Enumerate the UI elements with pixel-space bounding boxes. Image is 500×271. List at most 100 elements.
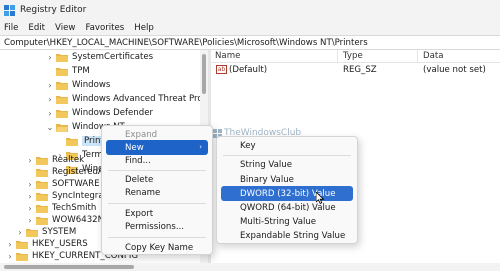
expand-chevron-icon[interactable]: › [26, 156, 34, 165]
menu-help[interactable]: Help [134, 23, 154, 33]
tree-item-techsmith[interactable]: › TechSmith [26, 202, 96, 214]
new-submenu: Key String Value Binary Value DWORD (32-… [216, 136, 358, 244]
context-menu: Expand New › Find... Delete Rename Expor… [101, 125, 213, 255]
tree-item-windows[interactable]: › Windows [46, 79, 110, 91]
menu-item-label: Find... [125, 155, 151, 166]
tree-item-label: SYSTEM [42, 227, 77, 237]
tree-item-label: HKEY_USERS [32, 239, 88, 249]
expand-chevron-icon[interactable]: › [6, 240, 14, 249]
folder-icon [16, 240, 28, 249]
submenu-binary-value[interactable]: Binary Value [221, 172, 353, 187]
menu-item-label: Expandable String Value [240, 230, 346, 241]
tree-item-label: Term [82, 150, 103, 160]
menu-item-label: Expand [125, 129, 158, 140]
collapse-chevron-icon[interactable]: ⌄ [46, 123, 54, 132]
tree-item-realtek[interactable]: › Realtek [26, 154, 84, 166]
value-type: REG_SZ [343, 65, 377, 75]
folder-icon [16, 252, 28, 261]
folder-icon [66, 137, 78, 146]
expand-chevron-icon[interactable]: › [26, 204, 34, 213]
tree-item-label: SOFTWARE [52, 179, 100, 189]
menu-separator [108, 170, 206, 171]
context-menu-copy-key-name[interactable]: Copy Key Name [106, 240, 208, 255]
folder-icon [36, 216, 48, 225]
folder-icon [36, 168, 48, 177]
tree-item-windows-atp[interactable]: › Windows Advanced Threat Protection [46, 93, 208, 105]
expand-chevron-icon[interactable]: › [26, 192, 34, 201]
menu-item-label: Export [125, 208, 154, 219]
mouse-cursor-icon [316, 192, 324, 204]
tree-item-label: Realtek [52, 155, 85, 165]
menu-favorites[interactable]: Favorites [85, 23, 124, 33]
menu-item-label: QWORD (64-bit) Value [240, 202, 336, 213]
value-name: (Default) [229, 65, 268, 75]
context-menu-find[interactable]: Find... [106, 153, 208, 168]
menu-item-label: Key [240, 140, 256, 151]
tree-item-label: Windows [72, 80, 111, 90]
tree-item-label: TPM [72, 66, 90, 76]
table-row[interactable]: ab (Default) REG_SZ (value not set) [211, 64, 500, 76]
folder-icon [56, 81, 68, 90]
column-header-data[interactable]: Data [423, 51, 444, 61]
menu-item-label: String Value [240, 159, 292, 170]
submenu-dword-value[interactable]: DWORD (32-bit) Value [221, 186, 353, 201]
menu-separator [223, 155, 351, 156]
menu-item-label: New [125, 142, 144, 153]
submenu-multi-string-value[interactable]: Multi-String Value [221, 214, 353, 229]
folder-icon [56, 109, 68, 118]
menu-bar: File Edit View Favorites Help [0, 20, 500, 35]
string-value-icon: ab [216, 65, 227, 74]
menu-item-label: Delete [125, 174, 154, 185]
tree-item-hkey-users[interactable]: › HKEY_USERS [6, 238, 88, 250]
scroll-thumb[interactable] [4, 265, 134, 269]
folder-icon [56, 95, 68, 104]
expand-chevron-icon[interactable]: › [46, 53, 54, 62]
tree-item-software[interactable]: › SOFTWARE [26, 178, 100, 190]
expand-chevron-icon[interactable]: › [46, 81, 54, 90]
expand-chevron-icon[interactable]: › [16, 228, 24, 237]
expand-chevron-icon[interactable]: › [26, 216, 34, 225]
folder-icon [36, 204, 48, 213]
address-bar[interactable]: Computer\HKEY_LOCAL_MACHINE\SOFTWARE\Pol… [0, 35, 500, 50]
tree-item-label: Windows Advanced Threat Protection [72, 94, 208, 104]
menu-separator [108, 203, 206, 204]
context-menu-rename[interactable]: Rename [106, 185, 208, 200]
expand-chevron-icon[interactable]: › [46, 95, 54, 104]
tree-item-windows-defender[interactable]: › Windows Defender [46, 107, 153, 119]
address-path: Computer\HKEY_LOCAL_MACHINE\SOFTWARE\Pol… [4, 37, 368, 48]
column-divider[interactable] [417, 50, 418, 63]
context-menu-permissions[interactable]: Permissions... [106, 219, 208, 234]
horizontal-scrollbar[interactable] [0, 263, 500, 271]
title-bar: Registry Editor [0, 0, 500, 20]
menu-item-label: Copy Key Name [125, 242, 194, 253]
tree-item-systemcertificates[interactable]: › SystemCertificates [46, 51, 153, 63]
column-header-type[interactable]: Type [343, 51, 363, 61]
expand-chevron-icon[interactable]: › [6, 252, 14, 261]
tree-item-label: TechSmith [52, 203, 97, 213]
tree-item-label: Windows Defender [72, 108, 154, 118]
menu-item-label: Binary Value [240, 174, 294, 185]
expand-chevron-icon[interactable]: › [46, 109, 54, 118]
menu-file[interactable]: File [4, 23, 18, 33]
menu-item-label: Rename [125, 187, 161, 198]
submenu-qword-value[interactable]: QWORD (64-bit) Value [221, 200, 353, 215]
menu-edit[interactable]: Edit [28, 23, 45, 33]
submenu-string-value[interactable]: String Value [221, 157, 353, 172]
registry-editor-icon [4, 4, 15, 16]
menu-item-label: Multi-String Value [240, 216, 317, 227]
tree-item-tpm[interactable]: TPM [46, 65, 90, 77]
scroll-thumb[interactable] [202, 54, 206, 94]
folder-icon [26, 228, 38, 237]
menu-item-label: Permissions... [125, 221, 185, 232]
submenu-expandable-string-value[interactable]: Expandable String Value [221, 228, 353, 243]
folder-open-icon [56, 123, 68, 132]
folder-icon [36, 180, 48, 189]
tree-item-system[interactable]: › SYSTEM [16, 226, 76, 238]
column-divider[interactable] [337, 50, 338, 63]
submenu-key[interactable]: Key [221, 138, 353, 153]
folder-icon [36, 156, 48, 165]
expand-chevron-icon[interactable]: › [26, 180, 34, 189]
column-header-name[interactable]: Name [215, 51, 240, 61]
menu-view[interactable]: View [55, 23, 75, 33]
folder-icon [56, 53, 68, 62]
